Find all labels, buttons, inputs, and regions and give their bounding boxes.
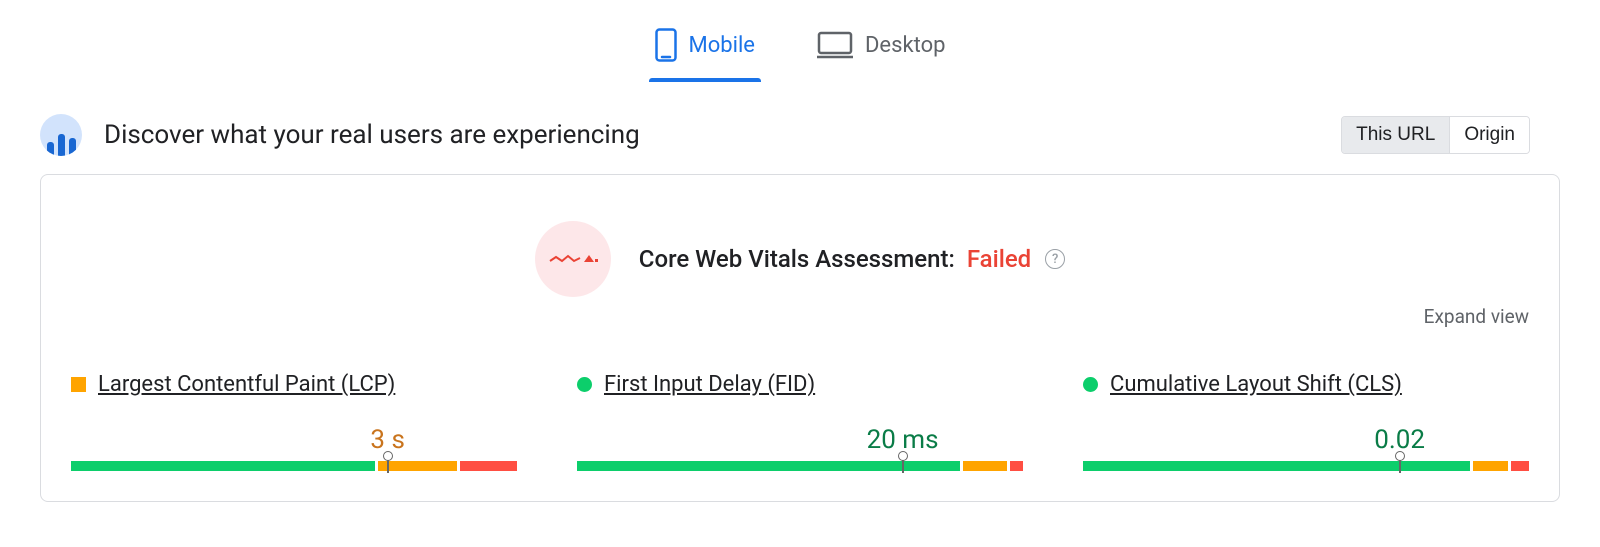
device-tabs: Mobile Desktop xyxy=(0,0,1600,82)
assessment-text: Core Web Vitals Assessment: Failed ? xyxy=(639,245,1065,273)
desktop-icon xyxy=(817,31,853,59)
bar-segment-red xyxy=(460,461,517,471)
metrics-row: Largest Contentful Paint (LCP) 3 s First I… xyxy=(71,372,1529,471)
distribution-bar xyxy=(577,461,1023,471)
metric-header: Cumulative Layout Shift (CLS) xyxy=(1083,372,1529,397)
scope-toggle: This URL Origin xyxy=(1341,116,1530,154)
bar-segment-red xyxy=(1010,461,1023,471)
header-row: Discover what your real users are experi… xyxy=(0,82,1600,174)
tab-mobile[interactable]: Mobile xyxy=(649,22,761,82)
status-dot-icon xyxy=(1083,377,1098,392)
assessment-row: Core Web Vitals Assessment: Failed ? xyxy=(71,221,1529,297)
metric-value-row: 0.02 xyxy=(1083,421,1529,455)
metric-header: Largest Contentful Paint (LCP) xyxy=(71,372,517,397)
tab-desktop[interactable]: Desktop xyxy=(811,22,952,82)
bar-marker xyxy=(1395,451,1405,473)
metric-lcp: Largest Contentful Paint (LCP) 3 s xyxy=(71,372,517,471)
metric-value-row: 20 ms xyxy=(577,421,1023,455)
tab-label: Desktop xyxy=(865,33,946,58)
status-dot-icon xyxy=(577,377,592,392)
scope-this-url-button[interactable]: This URL xyxy=(1342,117,1449,153)
bar-segment-red xyxy=(1511,461,1529,471)
metric-cls: Cumulative Layout Shift (CLS) 0.02 xyxy=(1083,372,1529,471)
bar-segment-green xyxy=(1083,461,1470,471)
metric-value-row: 3 s xyxy=(71,421,517,455)
metric-name[interactable]: Largest Contentful Paint (LCP) xyxy=(98,372,395,397)
header-left: Discover what your real users are experi… xyxy=(40,114,640,156)
metric-header: First Input Delay (FID) xyxy=(577,372,1023,397)
help-icon[interactable]: ? xyxy=(1045,249,1065,269)
metric-fid: First Input Delay (FID) 20 ms xyxy=(577,372,1023,471)
expand-view-button[interactable]: Expand view xyxy=(71,305,1529,328)
scope-origin-button[interactable]: Origin xyxy=(1449,117,1529,153)
status-square-icon xyxy=(71,377,86,392)
bar-segment-green xyxy=(71,461,375,471)
bar-marker xyxy=(898,451,908,473)
assessment-card: Core Web Vitals Assessment: Failed ? Exp… xyxy=(40,174,1560,502)
distribution-bar xyxy=(71,461,517,471)
real-users-icon xyxy=(40,114,82,156)
metric-name[interactable]: Cumulative Layout Shift (CLS) xyxy=(1110,372,1402,397)
distribution-bar xyxy=(1083,461,1529,471)
bar-segment-orange xyxy=(1473,461,1508,471)
failure-icon xyxy=(535,221,611,297)
bar-segment-orange xyxy=(963,461,1007,471)
metric-name[interactable]: First Input Delay (FID) xyxy=(604,372,815,397)
assessment-status: Failed xyxy=(967,245,1031,273)
mobile-icon xyxy=(655,28,677,62)
assessment-label: Core Web Vitals Assessment: xyxy=(639,245,955,273)
page-title: Discover what your real users are experi… xyxy=(104,120,640,150)
tab-label: Mobile xyxy=(689,33,755,58)
bar-marker xyxy=(383,451,393,473)
